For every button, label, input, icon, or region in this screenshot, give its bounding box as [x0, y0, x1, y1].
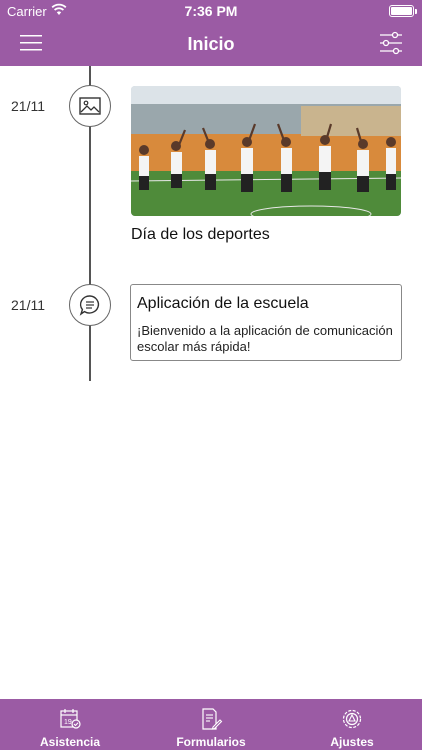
settings-gear-icon — [340, 708, 364, 730]
tab-asistencia[interactable]: 19 Asistencia — [0, 699, 140, 750]
tab-label: Asistencia — [39, 735, 101, 749]
status-bar: Carrier 7:36 PM — [0, 0, 422, 22]
clock: 7:36 PM — [184, 3, 238, 19]
tab-label: Ajustes — [330, 735, 374, 749]
tab-label: Formularios — [176, 735, 246, 749]
page-title: Inicio — [187, 34, 235, 54]
battery-icon — [389, 5, 417, 17]
message-body: ¡Bienvenido a la aplicación de comunicac… — [137, 323, 393, 354]
filter-sliders-icon[interactable] — [380, 31, 402, 55]
tab-ajustes[interactable]: Ajustes — [282, 699, 422, 750]
image-icon — [69, 85, 111, 127]
calendar-check-icon: 19 — [58, 708, 82, 730]
form-edit-icon — [199, 708, 223, 730]
tab-formularios[interactable]: Formularios — [141, 699, 281, 750]
timeline-date: 21/11 — [11, 297, 45, 313]
tab-bar: 19 Asistencia Formularios Ajustes — [0, 699, 422, 750]
svg-text:19: 19 — [64, 719, 72, 726]
navigation-bar: Inicio — [0, 22, 422, 66]
message-card[interactable]: Aplicación de la escuela ¡Bienvenido a l… — [130, 284, 402, 361]
timeline-date: 21/11 — [11, 98, 45, 114]
event-caption[interactable]: Día de los deportes — [131, 226, 270, 244]
message-title: Aplicación de la escuela — [137, 295, 309, 312]
event-photo[interactable] — [131, 86, 401, 216]
chat-bubble-icon — [69, 284, 111, 326]
